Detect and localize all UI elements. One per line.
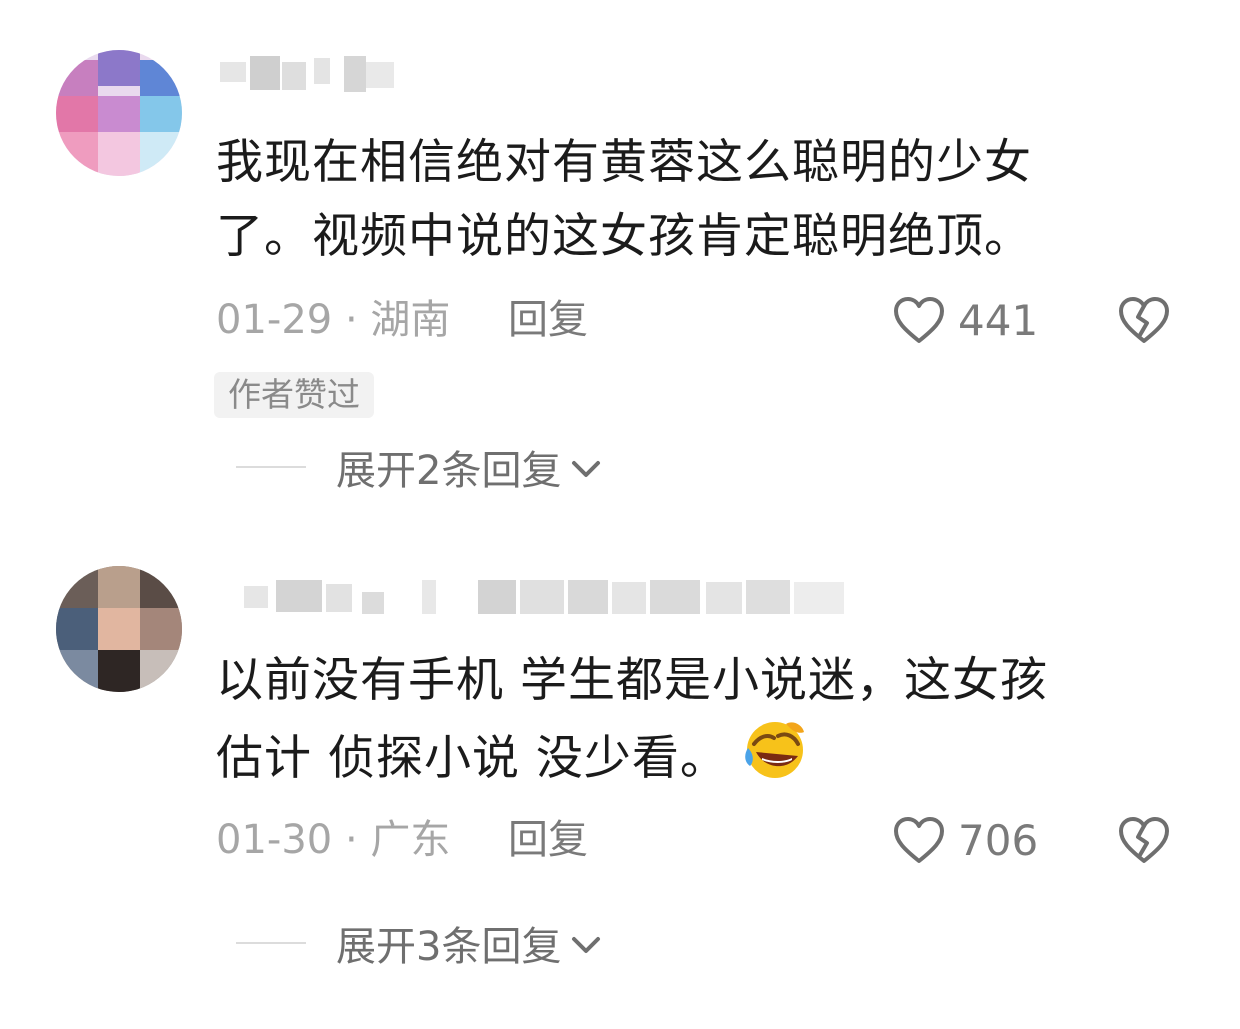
dislike-button[interactable]: [1116, 290, 1172, 350]
avatar[interactable]: [56, 566, 182, 692]
like-button[interactable]: 706: [892, 810, 1038, 870]
rofl-emoji: [740, 718, 810, 804]
comment-text-line: 了。视频中说的这女孩肯定聪明绝顶。: [216, 209, 1032, 264]
author-liked-badge: 作者赞过: [214, 372, 374, 418]
heart-outline-icon: [894, 297, 944, 343]
comment-text-line: 估计 侦探小说 没少看。: [216, 731, 728, 786]
expand-replies-label: 展开2条回复: [336, 448, 562, 494]
heart-outline-icon: [894, 817, 944, 863]
divider-line: [236, 942, 306, 944]
comment-meta: 01-29 · 湖南 回复 441: [216, 290, 1186, 350]
expand-replies-button[interactable]: 展开2条回复: [236, 437, 603, 497]
username-blurred[interactable]: [216, 52, 406, 92]
expand-replies-label: 展开3条回复: [336, 924, 562, 970]
broken-heart-icon: [1119, 817, 1169, 863]
divider-line: [236, 466, 306, 468]
comment-meta: 01-30 · 广东 回复 706: [216, 810, 1186, 870]
dislike-button[interactable]: [1116, 810, 1172, 870]
comment-item: 以前没有手机 学生都是小说迷，这女孩 估计 侦探小说 没少看。 01-30 · …: [0, 540, 1240, 1029]
comment-text-line: 以前没有手机 学生都是小说迷，这女孩: [216, 653, 1048, 708]
broken-heart-icon: [1119, 297, 1169, 343]
comment-text: 我现在相信绝对有黄蓉这么聪明的少女 了。视频中说的这女孩肯定聪明绝顶。: [216, 126, 1176, 274]
date-location: 01-29 · 湖南: [216, 297, 451, 343]
date-location: 01-30 · 广东: [216, 817, 451, 863]
reply-button[interactable]: 回复: [508, 290, 588, 350]
chevron-down-icon: [572, 937, 601, 953]
comment-text-line: 我现在相信绝对有黄蓉这么聪明的少女: [216, 135, 1032, 190]
like-count: 441: [958, 295, 1039, 345]
reply-button[interactable]: 回复: [508, 810, 588, 870]
expand-replies-button[interactable]: 展开3条回复: [236, 913, 603, 973]
comment-text: 以前没有手机 学生都是小说迷，这女孩 估计 侦探小说 没少看。: [216, 644, 1176, 804]
like-button[interactable]: 441: [892, 290, 1038, 350]
username-blurred[interactable]: [216, 576, 866, 616]
avatar[interactable]: [56, 50, 182, 176]
like-count: 706: [958, 815, 1039, 865]
chevron-down-icon: [572, 461, 601, 477]
comment-item: 我现在相信绝对有黄蓉这么聪明的少女 了。视频中说的这女孩肯定聪明绝顶。 01-2…: [0, 0, 1240, 520]
